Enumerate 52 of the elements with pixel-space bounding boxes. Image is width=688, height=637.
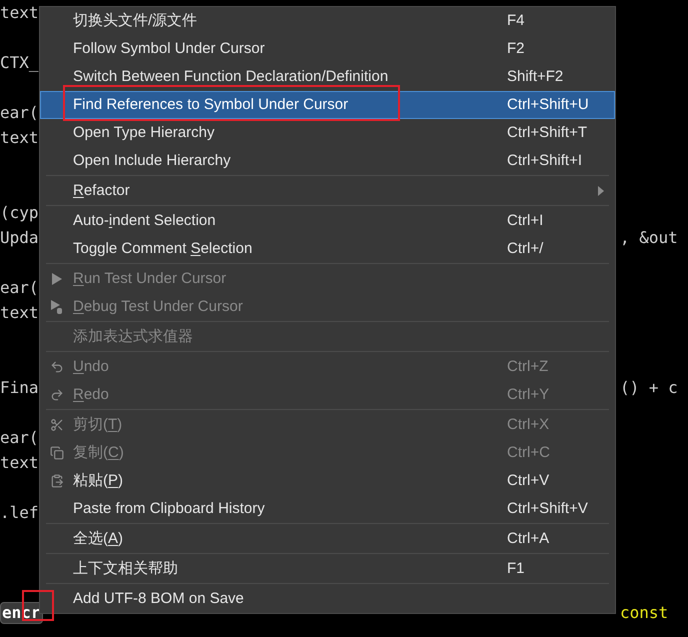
shortcut-text: Ctrl+/ xyxy=(507,238,544,259)
paste-icon xyxy=(50,474,64,488)
shortcut-text: Ctrl+X xyxy=(507,414,550,435)
shortcut-text: Ctrl+Shift+U xyxy=(507,94,590,115)
shortcut-text: Ctrl+Z xyxy=(507,356,550,377)
code-text: text xyxy=(0,2,39,22)
shortcut-text: Ctrl+Shift+T xyxy=(507,122,588,143)
shortcut-text: Shift+F2 xyxy=(507,66,564,87)
code-text: , &out xyxy=(620,226,678,248)
menu-item[interactable]: Switch Between Function Declaration/Definition Shift+F2 xyxy=(40,63,615,91)
code-text: (cyp xyxy=(0,202,39,222)
menu-item[interactable]: Auto-indent Selection Ctrl+I xyxy=(40,207,615,235)
shortcut-text: Ctrl+A xyxy=(507,528,550,549)
code-text: Upda xyxy=(0,228,39,248)
menu-item[interactable]: Open Type Hierarchy Ctrl+Shift+T xyxy=(40,119,615,147)
shortcut-text: F4 xyxy=(507,10,526,31)
shortcut-text: Ctrl+Y xyxy=(507,384,550,405)
code-text: .lef xyxy=(0,502,39,522)
code-text: () + c xyxy=(620,376,678,398)
shortcut-text: F2 xyxy=(507,38,526,59)
scissors-icon xyxy=(50,418,64,432)
shortcut-text: Ctrl+Shift+I xyxy=(507,150,584,171)
menu-item[interactable]: Refactor xyxy=(40,177,615,205)
shortcut-text: Ctrl+V xyxy=(507,470,550,491)
code-text: ear( xyxy=(0,428,39,448)
code-text: Fina xyxy=(0,378,39,398)
code-text: text xyxy=(0,128,39,148)
shortcut-text: Ctrl+Shift+V xyxy=(507,498,589,519)
menu-item[interactable]: 切换头文件/源文件 F4 xyxy=(40,7,615,35)
shortcut-text: Ctrl+C xyxy=(507,442,551,463)
menu-item[interactable]: Add UTF-8 BOM on Save xyxy=(40,585,615,613)
code-text: ear( xyxy=(0,278,39,298)
code-text: text xyxy=(0,302,39,322)
copy-icon xyxy=(50,446,64,460)
code-text: CTX_ xyxy=(0,52,39,72)
menu-item[interactable]: Open Include Hierarchy Ctrl+Shift+I xyxy=(40,147,615,175)
menu-item[interactable]: Follow Symbol Under Cursor F2 xyxy=(40,35,615,63)
redo-icon xyxy=(50,388,64,402)
code-text: ear( xyxy=(0,102,39,122)
code-text: text xyxy=(0,452,39,472)
menu-item[interactable]: Find References to Symbol Under Cursor Ctrl+Shift+U xyxy=(40,91,615,119)
menu-item[interactable]: 上下文相关帮助 F1 xyxy=(40,555,615,583)
code-text: const xyxy=(620,602,668,624)
menu-item[interactable]: Paste from Clipboard History Ctrl+Shift+V xyxy=(40,495,615,523)
menu-item[interactable]: 粘贴(P) Ctrl+V xyxy=(40,467,615,495)
play-icon xyxy=(51,272,63,286)
play-bug-icon xyxy=(50,299,64,315)
shortcut-text: Ctrl+I xyxy=(507,210,544,231)
undo-icon xyxy=(50,360,64,374)
menu-item[interactable]: 全选(A) Ctrl+A xyxy=(40,525,615,553)
menu-item[interactable]: Toggle Comment Selection Ctrl+/ xyxy=(40,235,615,263)
shortcut-text: F1 xyxy=(507,558,526,579)
